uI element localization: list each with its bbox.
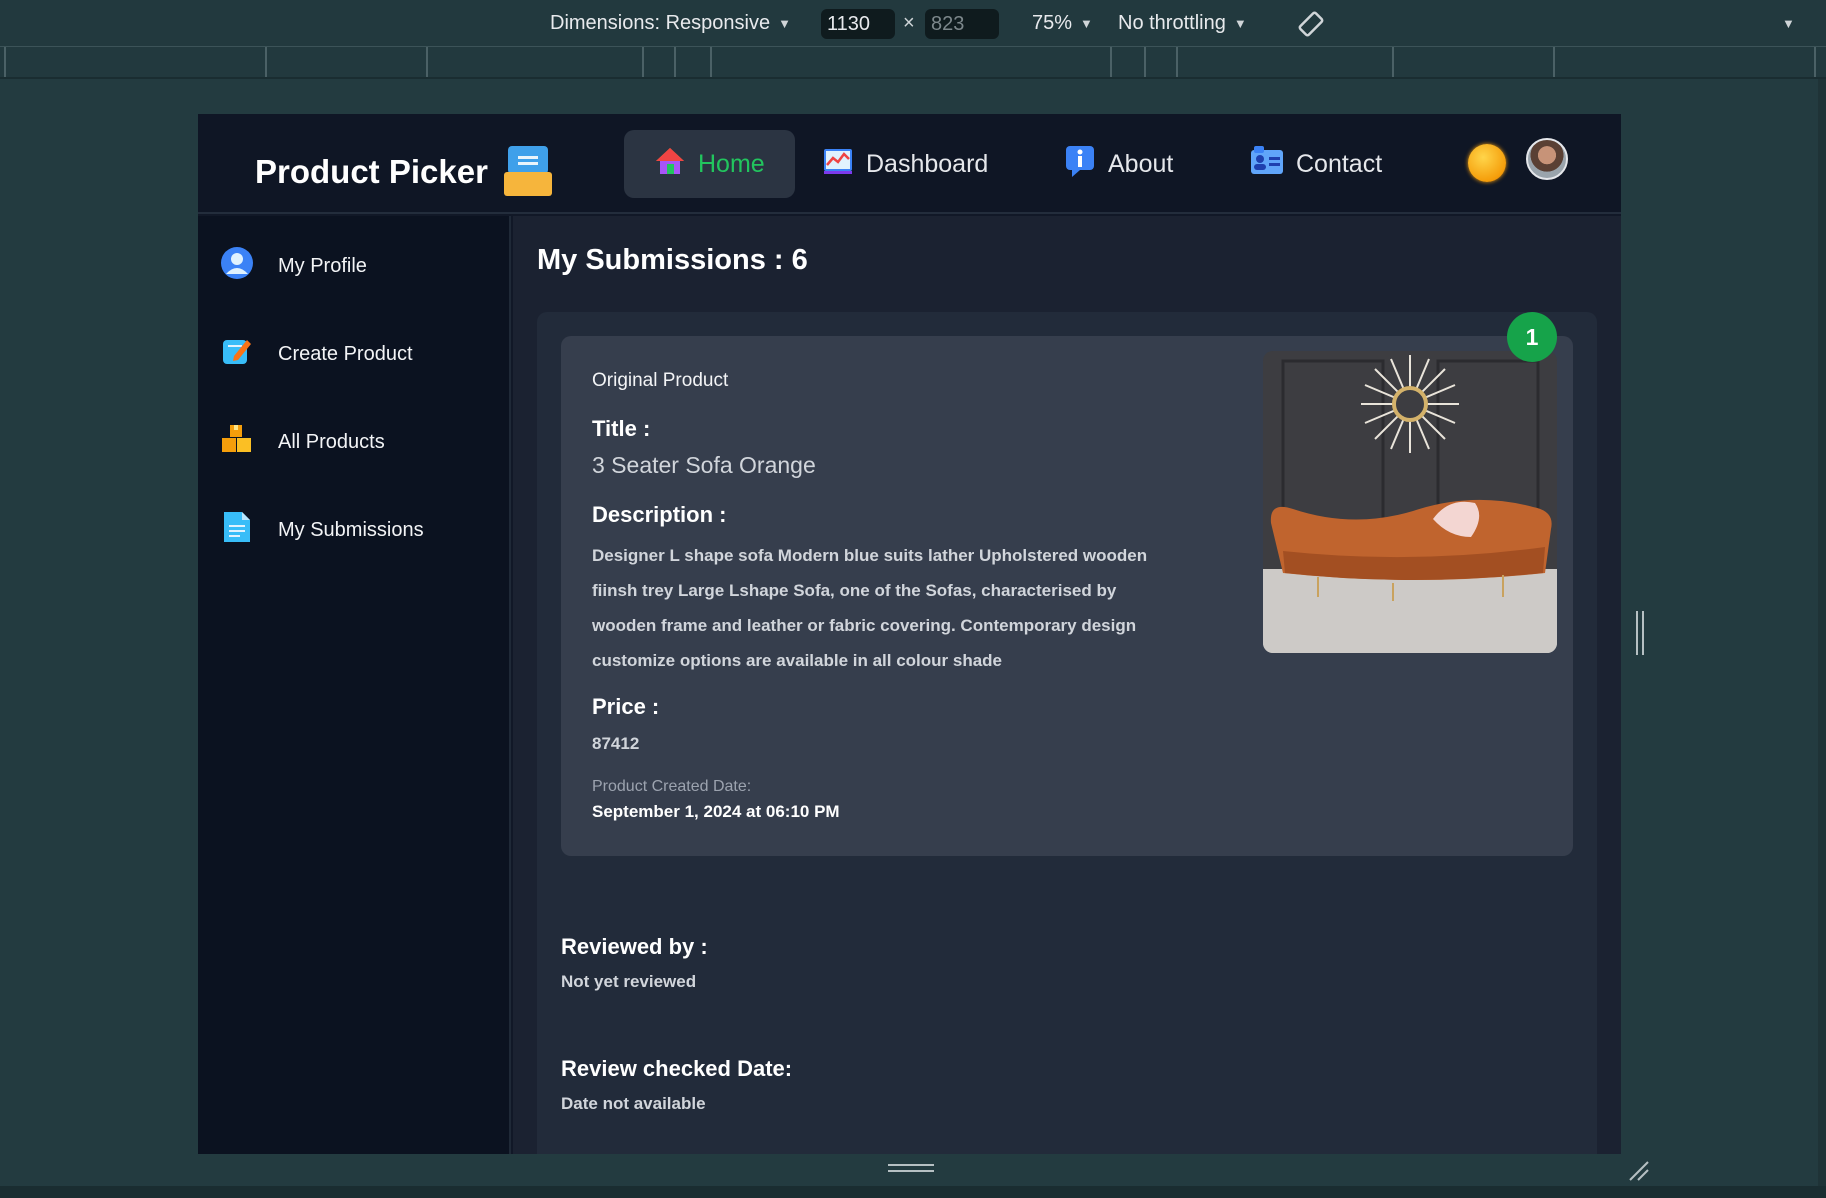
user-icon <box>220 246 254 286</box>
contact-card-icon <box>1250 145 1284 183</box>
nav-dashboard[interactable]: Dashboard <box>792 130 1018 198</box>
submission-index-badge: 1 <box>1507 312 1557 362</box>
main-content: My Submissions : 6 Original Product Titl… <box>513 216 1621 1154</box>
edit-icon <box>220 334 254 374</box>
reviewed-by-value: Not yet reviewed <box>561 972 697 991</box>
dimensions-label: Dimensions: Responsive <box>550 12 771 34</box>
right-resize-handle[interactable] <box>1636 611 1644 655</box>
boxes-icon <box>220 422 254 462</box>
created-date: September 1, 2024 at 06:10 PM <box>592 802 840 821</box>
sidebar-item-label: My Profile <box>278 254 367 277</box>
width-input[interactable]: 1130 <box>821 9 895 39</box>
devtools-toolbar: Dimensions: Responsive ▼ 1130 × 823 75% … <box>0 0 1826 47</box>
chevron-down-icon: ▼ <box>1080 16 1093 31</box>
theme-toggle-sun-icon[interactable] <box>1468 144 1506 182</box>
sidebar-item-label: All Products <box>278 430 385 453</box>
nav-home-label: Home <box>698 149 765 178</box>
nav-home[interactable]: Home <box>624 130 795 198</box>
house-icon <box>654 145 686 184</box>
throttling-label: No throttling <box>1118 12 1226 34</box>
original-product-card: Original Product Title : 3 Seater Sofa O… <box>561 336 1573 856</box>
product-description: Designer L shape sofa Modern blue suits … <box>592 546 1148 670</box>
sidebar-item-label: My Submissions <box>278 518 424 541</box>
sidebar-item-all-products[interactable]: All Products <box>220 422 385 462</box>
corner-resize-icon[interactable] <box>1628 1160 1650 1182</box>
info-icon <box>1064 144 1096 185</box>
reviewed-by-label: Reviewed by : <box>561 934 708 959</box>
nav-about-label: About <box>1108 149 1174 178</box>
scrollbar-track <box>1818 79 1826 1186</box>
times-sign: × <box>903 12 915 34</box>
nav-contact[interactable]: Contact <box>1220 130 1412 198</box>
title-label: Title : <box>592 416 651 441</box>
page-viewport: Product Picker Home Dashboard About Cont… <box>198 114 1621 1154</box>
document-icon <box>220 510 254 550</box>
nav-about[interactable]: About <box>1034 130 1203 198</box>
review-date-value: Date not available <box>561 1094 706 1113</box>
product-price: 87412 <box>592 734 640 753</box>
brand-title: Product Picker <box>255 153 488 190</box>
nav-contact-label: Contact <box>1296 149 1383 178</box>
inbox-tray-icon <box>503 146 552 198</box>
description-label: Description : <box>592 502 727 527</box>
sidebar-item-my-submissions[interactable]: My Submissions <box>220 510 424 550</box>
price-label: Price : <box>592 694 660 719</box>
zoom-dropdown[interactable]: 75% ▼ <box>1032 0 1093 47</box>
bottom-resize-handle[interactable] <box>888 1164 934 1172</box>
chart-icon <box>822 145 854 184</box>
zoom-label: 75% <box>1032 12 1073 34</box>
avatar[interactable] <box>1526 138 1568 180</box>
page-title: My Submissions : 6 <box>537 244 808 276</box>
product-title: 3 Seater Sofa Orange <box>592 452 816 478</box>
nav-dashboard-label: Dashboard <box>866 149 989 178</box>
submission-card: Original Product Title : 3 Seater Sofa O… <box>537 312 1597 1154</box>
dimensions-dropdown[interactable]: Dimensions: Responsive ▼ <box>550 0 791 47</box>
sidebar: My Profile Create Product All Products M… <box>198 216 511 1154</box>
navbar: Product Picker Home Dashboard About Cont… <box>198 114 1621 214</box>
brand[interactable]: Product Picker <box>255 146 552 198</box>
devtools-bottom-edge <box>0 1186 1826 1198</box>
chevron-down-icon: ▼ <box>778 16 791 31</box>
throttling-dropdown[interactable]: No throttling ▼ <box>1118 0 1247 47</box>
more-options-icon[interactable]: ▼ <box>1782 0 1795 47</box>
chevron-down-icon: ▼ <box>1233 16 1247 31</box>
sidebar-item-my-profile[interactable]: My Profile <box>220 246 367 286</box>
height-input[interactable]: 823 <box>925 9 999 39</box>
created-date-label: Product Created Date: <box>592 778 752 795</box>
rotate-icon[interactable] <box>1296 0 1326 47</box>
media-query-ruler <box>0 47 1826 79</box>
sidebar-item-create-product[interactable]: Create Product <box>220 334 413 374</box>
sidebar-item-label: Create Product <box>278 342 413 365</box>
product-image <box>1263 351 1557 653</box>
original-product-label: Original Product <box>592 370 729 391</box>
review-date-label: Review checked Date: <box>561 1056 793 1081</box>
